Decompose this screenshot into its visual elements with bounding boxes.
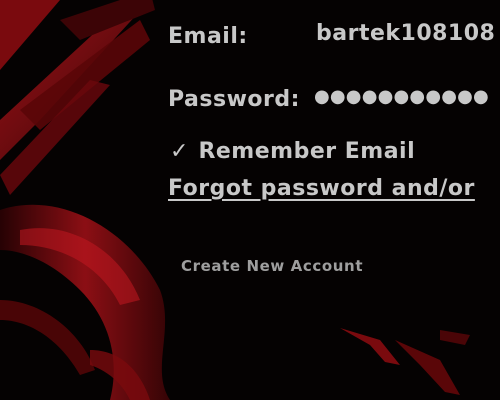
email-label: Email: xyxy=(168,24,248,49)
password-field[interactable]: ●●●●●●●●●●● xyxy=(314,86,489,107)
password-label: Password: xyxy=(168,87,300,112)
create-account-link[interactable]: Create New Account xyxy=(181,257,363,275)
remember-email-label: Remember Email xyxy=(198,139,416,164)
remember-email-checkbox[interactable]: ✓ Remember Email xyxy=(170,139,415,164)
email-field[interactable]: bartek108108 xyxy=(316,21,500,46)
forgot-password-link[interactable]: Forgot password and/or xyxy=(168,176,500,201)
check-icon: ✓ xyxy=(170,138,189,164)
